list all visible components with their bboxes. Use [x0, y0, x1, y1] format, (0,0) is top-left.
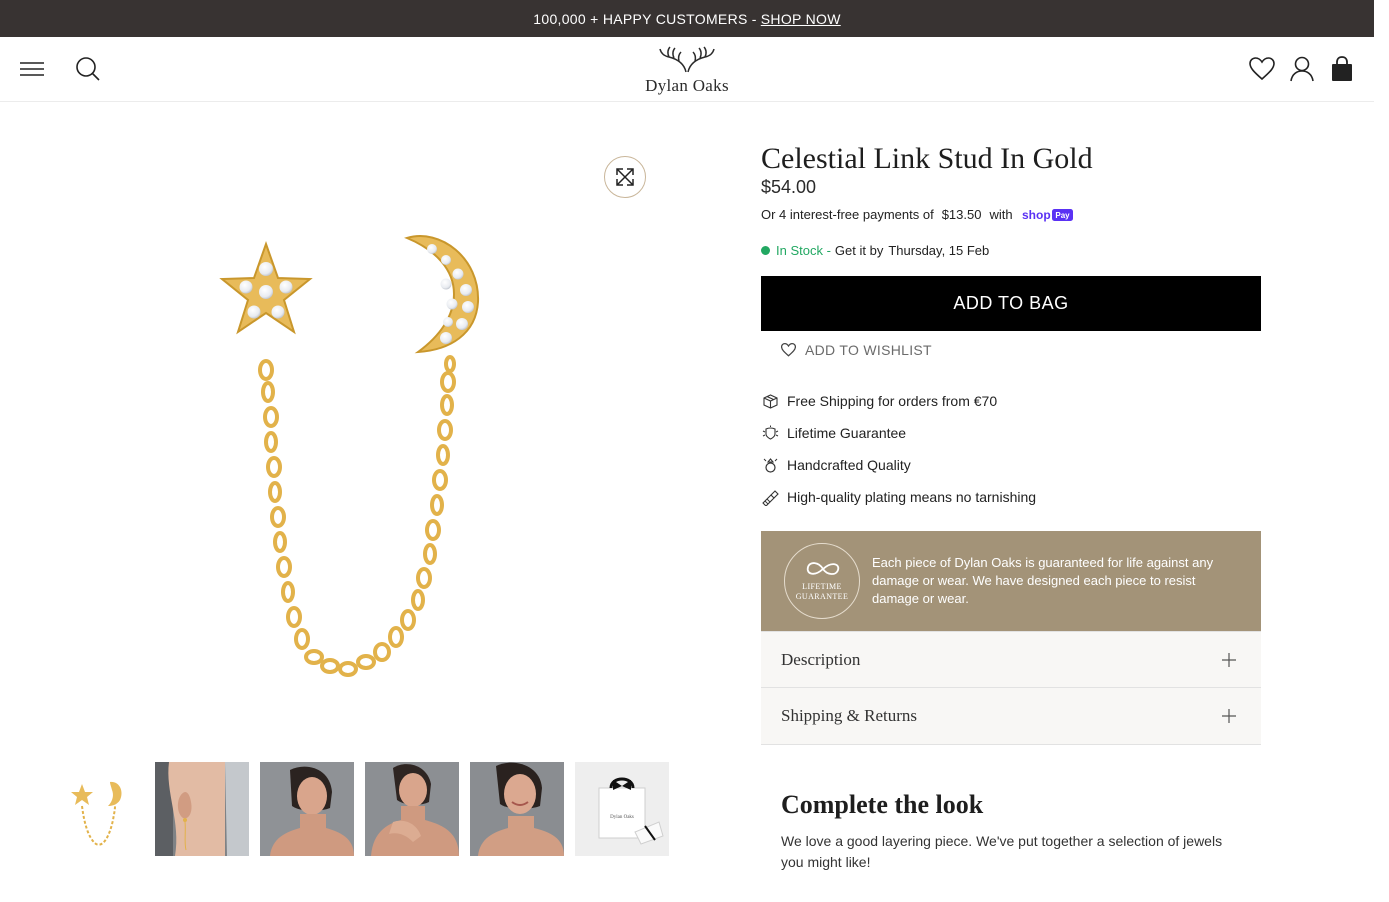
product-gallery: Dylan Oaks	[0, 102, 720, 902]
ring-icon	[761, 456, 779, 474]
stock-label: In Stock -	[776, 243, 831, 258]
announcement-bar: 100,000 + HAPPY CUSTOMERS - SHOP NOW	[0, 0, 1374, 37]
thumbnail-strip: Dylan Oaks	[50, 762, 669, 856]
accordion-shipping-returns[interactable]: Shipping & Returns	[761, 688, 1261, 745]
model-smile-thumb[interactable]	[470, 762, 564, 856]
infinity-icon	[806, 562, 840, 575]
wishlist-heart-icon[interactable]	[1244, 51, 1280, 87]
add-to-wishlist-button[interactable]: ADD TO WISHLIST	[781, 342, 932, 358]
complete-the-look-text: We love a good layering piece. We've put…	[781, 833, 1223, 870]
product-title: Celestial Link Stud In Gold	[761, 142, 1093, 175]
zoom-button[interactable]	[604, 156, 646, 198]
logo-text: Dylan Oaks	[645, 76, 729, 95]
feature-plating: High-quality plating means no tarnishing	[761, 481, 1036, 513]
ear-model-thumb[interactable]	[155, 762, 249, 856]
stock-status: In Stock - Get it by Thursday, 15 Feb	[761, 243, 989, 258]
wishlist-label: ADD TO WISHLIST	[805, 342, 932, 358]
antlers-icon	[659, 46, 715, 73]
feature-guarantee: Lifetime Guarantee	[761, 417, 1036, 449]
installments-with: with	[989, 207, 1013, 222]
search-icon[interactable]	[70, 51, 106, 87]
delivery-date: Thursday, 15 Feb	[888, 243, 990, 258]
account-icon[interactable]	[1284, 51, 1320, 87]
model-hand-thumb[interactable]	[365, 762, 459, 856]
site-header: Dylan Oaks	[0, 37, 1374, 102]
shop-pay-logo[interactable]: shop Pay	[1022, 208, 1074, 222]
plus-icon	[1222, 652, 1236, 667]
installments-amount: $13.50	[941, 207, 982, 222]
feature-handcrafted: Handcrafted Quality	[761, 449, 1036, 481]
feature-text: High-quality plating means no tarnishing	[787, 489, 1037, 505]
plus-icon	[1222, 709, 1236, 723]
lifetime-guarantee-badge: LIFETIME GUARANTEE	[784, 543, 860, 619]
svg-text:Pay: Pay	[1055, 211, 1070, 220]
logo[interactable]: Dylan Oaks	[630, 45, 744, 95]
heart-icon	[781, 343, 796, 357]
accordion-label: Shipping & Returns	[781, 706, 918, 725]
gift-bag-thumb[interactable]: Dylan Oaks	[575, 762, 669, 856]
installments-line: Or 4 interest-free payments of $13.50 wi…	[761, 207, 1074, 222]
accordion-description[interactable]: Description	[761, 631, 1261, 688]
plating-icon	[761, 488, 779, 506]
product-price: $54.00	[761, 177, 817, 197]
feature-text: Free Shipping for orders from €70	[787, 393, 998, 409]
bag-icon[interactable]	[1324, 51, 1360, 87]
main-product-image[interactable]	[120, 232, 580, 792]
box-icon	[761, 392, 779, 410]
complete-the-look-title: Complete the look	[781, 790, 984, 819]
expand-icon	[616, 168, 634, 186]
add-to-bag-button[interactable]: ADD TO BAG	[761, 276, 1261, 331]
model-portrait-thumb[interactable]	[260, 762, 354, 856]
badge-line-2: GUARANTEE	[795, 592, 849, 601]
product-thumb[interactable]	[50, 762, 144, 856]
feature-text: Handcrafted Quality	[787, 457, 911, 473]
installments-prefix: Or 4 interest-free payments of	[761, 207, 934, 222]
svg-text:Dylan Oaks: Dylan Oaks	[610, 815, 634, 820]
shield-icon	[761, 424, 779, 442]
stock-dot-icon	[761, 246, 770, 255]
accordion-label: Description	[781, 649, 861, 669]
badge-line-1: LIFETIME	[802, 582, 842, 591]
delivery-label: Get it by	[834, 243, 884, 258]
feature-shipping: Free Shipping for orders from €70	[761, 385, 1036, 417]
lifetime-guarantee-banner: LIFETIME GUARANTEE Each piece of Dylan O…	[761, 531, 1261, 631]
feature-list: Free Shipping for orders from €70 Lifeti…	[761, 385, 1036, 513]
menu-icon[interactable]	[14, 51, 50, 87]
feature-text: Lifetime Guarantee	[787, 425, 907, 441]
shop-now-link[interactable]: SHOP NOW	[761, 11, 841, 27]
svg-text:shop: shop	[1022, 208, 1051, 222]
announcement-text: 100,000 + HAPPY CUSTOMERS -	[533, 10, 757, 27]
guarantee-text: Each piece of Dylan Oaks is guaranteed f…	[872, 555, 1214, 606]
